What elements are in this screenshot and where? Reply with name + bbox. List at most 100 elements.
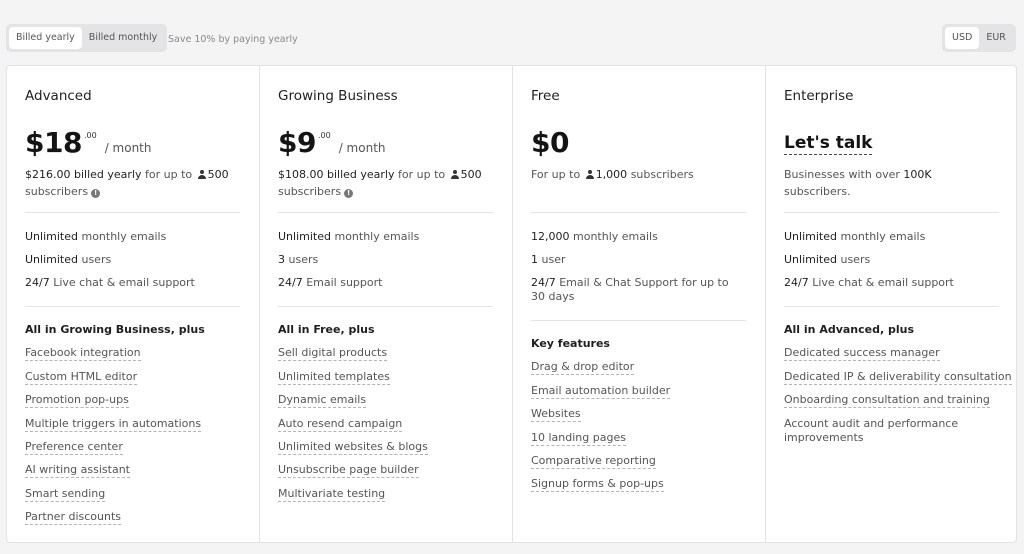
feature-item[interactable]: Smart sending (25, 487, 106, 502)
price-amount: $9 (278, 126, 316, 159)
plan-description: For up to 1,000 subscribers (531, 166, 751, 183)
feature-item[interactable]: Multiple triggers in automations (25, 417, 202, 432)
feature-item[interactable]: AI writing assistant (25, 463, 130, 478)
feature-item[interactable]: 10 landing pages (531, 431, 626, 446)
feature-item[interactable]: Drag & drop editor (531, 360, 635, 375)
divider (278, 306, 493, 307)
divider (25, 212, 240, 213)
plan-price: $0 (531, 126, 569, 160)
plan-description: $108.00 billed yearly for up to 500 subs… (278, 166, 498, 200)
plan-description: Businesses with over 100K subscribers. (784, 166, 989, 200)
feature-line: 24/7 Email & Chat Support for up to 30 d… (531, 276, 741, 304)
feature-text: Live chat & email support (812, 276, 954, 289)
feature-item[interactable]: Dynamic emails (278, 393, 367, 408)
feature-item[interactable]: Email automation builder (531, 384, 671, 399)
desc-text: for up to (145, 168, 193, 181)
billed-monthly-option[interactable]: Billed monthly (82, 27, 164, 49)
feature-bold: 12,000 (531, 230, 570, 243)
feature-bold: Unlimited (25, 230, 78, 243)
feature-item[interactable]: Preference center (25, 440, 123, 455)
currency-eur-option[interactable]: EUR (979, 27, 1013, 49)
desc-text: subscribers (630, 168, 694, 181)
desc-text: Businesses with over (784, 168, 900, 181)
currency-usd-option[interactable]: USD (945, 27, 980, 49)
billed-yearly-option[interactable]: Billed yearly (9, 27, 82, 49)
feature-text: Email support (306, 276, 383, 289)
divider (25, 306, 240, 307)
feature-item[interactable]: Dedicated IP & deliverability consultati… (784, 370, 1012, 385)
feature-item[interactable]: Unlimited websites & blogs (278, 440, 428, 455)
plan-name: Free (531, 88, 560, 104)
feature-item[interactable]: Sell digital products (278, 346, 388, 361)
feature-item[interactable]: Auto resend campaign (278, 417, 403, 432)
plan-card-free: Free $0 For up to 1,000 subscribers 12,0… (513, 66, 766, 542)
feature-item[interactable]: Onboarding consultation and training (784, 393, 990, 408)
feature-text: Email & Chat Support for up to 30 days (531, 276, 729, 303)
user-icon (585, 170, 594, 179)
desc-text: subscribers. (784, 185, 851, 198)
info-icon[interactable]: ! (344, 189, 354, 198)
feature-bold: 3 (278, 253, 285, 266)
info-icon[interactable]: ! (91, 189, 101, 198)
feature-text: user (541, 253, 566, 266)
feature-line: Unlimited monthly emails (784, 230, 1004, 244)
feature-item[interactable]: Promotion pop-ups (25, 393, 129, 408)
feature-bold: 24/7 (531, 276, 556, 289)
feature-line: 24/7 Live chat & email support (25, 276, 245, 290)
plan-price: $9 .00 / month (278, 126, 386, 160)
plan-name: Enterprise (784, 88, 854, 104)
feature-text: users (840, 253, 871, 266)
price-amount: $0 (531, 126, 569, 159)
divider (784, 306, 999, 307)
divider (278, 212, 493, 213)
feature-line: 24/7 Live chat & email support (784, 276, 1004, 290)
subscriber-count: 1,000 (595, 168, 628, 181)
feature-line: Unlimited users (784, 253, 1004, 267)
feature-text: monthly emails (573, 230, 658, 243)
plan-description: $216.00 billed yearly for up to 500 subs… (25, 166, 245, 200)
subscriber-count: 100K (903, 168, 932, 181)
price-period: / month (338, 141, 386, 155)
divider (531, 212, 746, 213)
section-title: All in Growing Business, plus (25, 323, 205, 336)
feature-text: users (81, 253, 112, 266)
price-cents: .00 (317, 131, 331, 140)
feature-item[interactable]: Custom HTML editor (25, 370, 138, 385)
feature-bold: 24/7 (784, 276, 809, 289)
feature-line: 3 users (278, 253, 498, 267)
billing-period-toggle[interactable]: Billed yearly Billed monthly (6, 24, 168, 52)
desc-text: for up to (398, 168, 446, 181)
billed-amount: $108.00 billed yearly (278, 168, 395, 181)
currency-toggle[interactable]: USD EUR (942, 24, 1016, 52)
lets-talk-link[interactable]: Let's talk (784, 132, 873, 155)
plan-name: Advanced (25, 88, 92, 104)
feature-item[interactable]: Comparative reporting (531, 454, 656, 469)
feature-text: monthly emails (840, 230, 926, 243)
desc-text: subscribers (278, 185, 342, 198)
feature-bold: 24/7 (25, 276, 50, 289)
feature-text: monthly emails (81, 230, 167, 243)
plan-card-advanced: Advanced $18 .00 / month $216.00 billed … (7, 66, 260, 542)
plan-card-enterprise: Enterprise Let's talk Businesses with ov… (766, 66, 1016, 542)
feature-item[interactable]: Account audit and performance improvemen… (784, 417, 984, 445)
user-icon (197, 170, 206, 179)
price-cents: .00 (83, 131, 97, 140)
feature-item[interactable]: Facebook integration (25, 346, 141, 361)
feature-item[interactable]: Multivariate testing (278, 487, 386, 502)
subscriber-count: 500 (207, 168, 229, 181)
feature-text: Live chat & email support (53, 276, 195, 289)
feature-bold: 1 (531, 253, 538, 266)
feature-item[interactable]: Unsubscribe page builder (278, 463, 419, 478)
feature-text: monthly emails (334, 230, 420, 243)
plan-price: $18 .00 / month (25, 126, 152, 160)
feature-line: Unlimited monthly emails (25, 230, 245, 244)
feature-bold: Unlimited (25, 253, 78, 266)
subscriber-count: 500 (460, 168, 482, 181)
feature-item[interactable]: Unlimited templates (278, 370, 390, 385)
desc-text: subscribers (25, 185, 89, 198)
feature-item[interactable]: Dedicated success manager (784, 346, 940, 361)
feature-item[interactable]: Partner discounts (25, 510, 122, 525)
user-icon (450, 170, 459, 179)
feature-item[interactable]: Websites (531, 407, 581, 422)
feature-item[interactable]: Signup forms & pop-ups (531, 477, 664, 492)
